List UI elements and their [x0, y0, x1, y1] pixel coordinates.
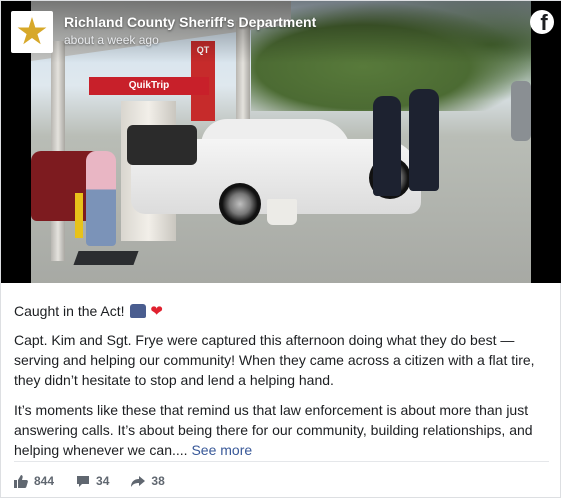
see-more-link[interactable]: See more — [191, 442, 252, 458]
post-timestamp[interactable]: about a week ago — [64, 33, 159, 47]
post-paragraph-1: Capt. Kim and Sgt. Frye were captured th… — [14, 332, 535, 388]
post-photo[interactable]: QT QuikTrip Richland County Sheriff's De… — [1, 1, 561, 283]
post-headline: Caught in the Act! ❤ — [14, 303, 163, 320]
woman-figure — [86, 151, 116, 246]
comments-count[interactable]: 34 — [76, 474, 109, 488]
likes-count[interactable]: 844 — [14, 474, 54, 488]
white-bucket — [267, 199, 297, 225]
facebook-icon[interactable]: f — [530, 10, 554, 34]
officer-figure — [373, 96, 401, 196]
parked-car — [511, 81, 531, 141]
engagement-stats: 844 34 38 — [14, 471, 165, 491]
post-paragraph-2: It’s moments like these that remind us t… — [14, 402, 533, 458]
post-card: QT QuikTrip Richland County Sheriff's De… — [0, 0, 561, 498]
heart-icon: ❤ — [150, 303, 163, 320]
share-arrow-icon — [131, 475, 146, 487]
quiktrip-banner: QuikTrip — [89, 77, 209, 95]
page-name-link[interactable]: Richland County Sheriff's Department — [64, 14, 316, 30]
police-car-icon — [130, 304, 147, 318]
divider — [14, 461, 549, 462]
shares-count[interactable]: 38 — [131, 474, 165, 488]
floor-mat — [73, 251, 139, 265]
yellow-bollard — [75, 193, 83, 238]
officer-figure — [409, 89, 439, 191]
header-gradient — [1, 1, 561, 63]
sheriff-star-badge-icon[interactable] — [11, 11, 53, 53]
thumbs-up-icon — [14, 474, 28, 488]
post-body: Caught in the Act! ❤ Capt. Kim and Sgt. … — [14, 301, 549, 470]
comment-bubble-icon — [77, 475, 90, 487]
